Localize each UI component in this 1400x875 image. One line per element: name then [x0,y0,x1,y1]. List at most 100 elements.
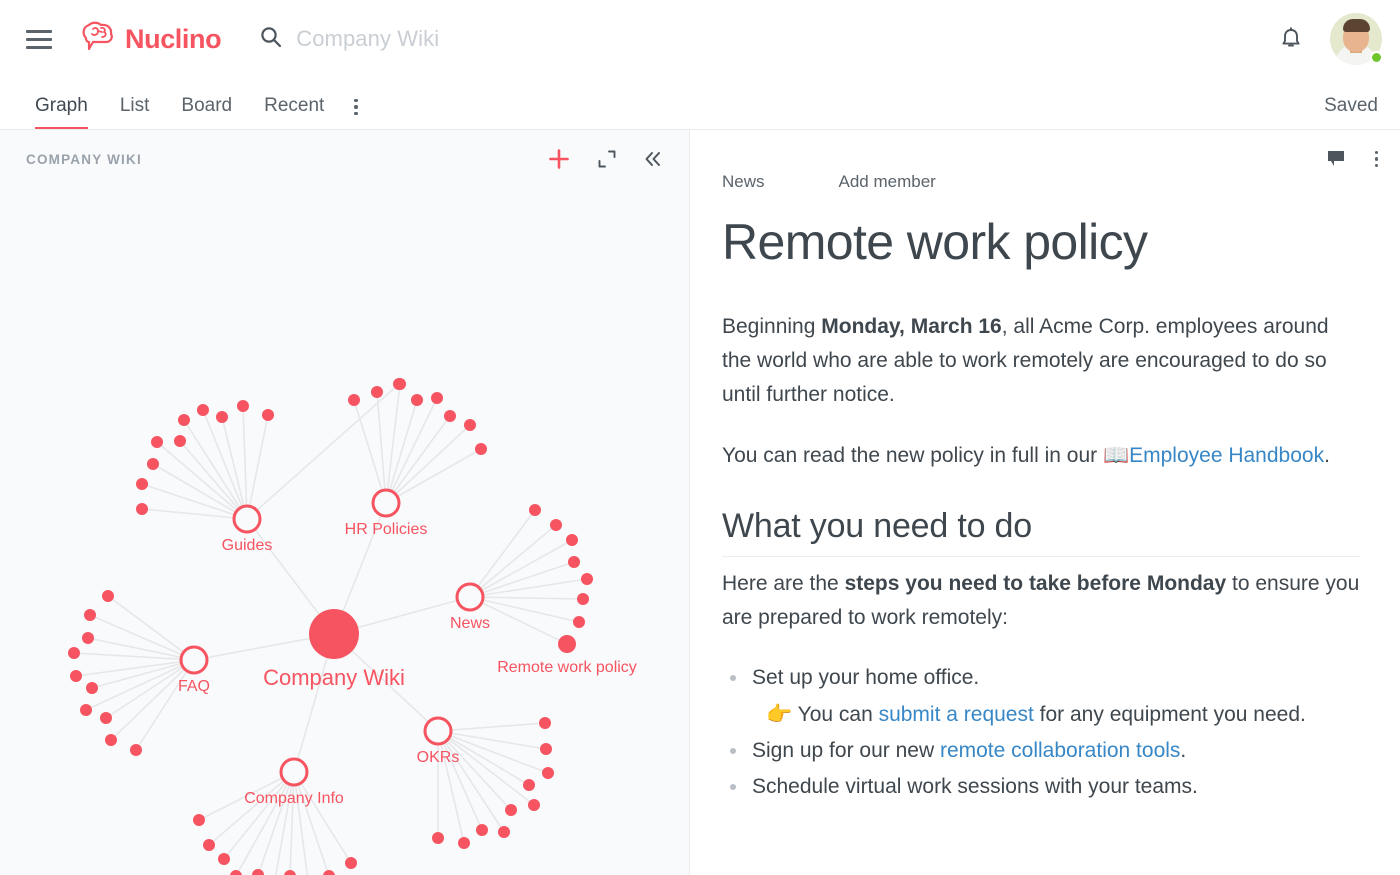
graph-node-faq[interactable] [179,645,209,675]
graph-leaf-node[interactable] [348,394,360,406]
comments-icon[interactable] [1325,148,1347,170]
graph-leaf-node[interactable] [252,869,264,875]
kebab-dot [354,111,358,115]
kebab-menu-icon [1374,150,1378,168]
graph-leaf-node[interactable] [237,400,249,412]
list-item-text: Schedule virtual work sessions with your… [752,775,1198,799]
graph-node-okrs[interactable] [423,716,453,746]
brand-name: Nuclino [125,23,222,54]
graph-leaf-node[interactable] [174,435,186,447]
graph-edge [469,596,568,645]
graph-leaf-node[interactable] [100,712,112,724]
graph-leaf-node[interactable] [105,734,117,746]
tab-recent[interactable]: Recent [248,95,340,130]
graph-node-root[interactable] [309,609,359,659]
more-options-icon[interactable] [1374,150,1378,168]
kebab-dot [354,98,358,102]
tab-list[interactable]: List [104,95,166,130]
graph-leaf-node[interactable] [573,616,585,628]
graph-leaf-node[interactable] [262,409,274,421]
graph-leaf-node[interactable] [394,378,406,390]
hamburger-icon[interactable] [26,28,52,50]
graph-leaf-node[interactable] [540,743,552,755]
breadcrumb-add-member[interactable]: Add member [839,172,936,192]
kebab-menu-icon [354,98,358,115]
graph-leaf-node[interactable] [136,503,148,515]
graph-leaf-node[interactable] [216,411,228,423]
graph-node-hr-policies[interactable] [371,488,401,518]
graph-leaf-node[interactable] [86,682,98,694]
graph-leaf-node[interactable] [476,824,488,836]
graph-leaf-node[interactable] [68,647,80,659]
collaboration-tools-link[interactable]: remote collaboration tools [940,739,1180,762]
graph-node-company-info[interactable] [279,757,309,787]
save-status: Saved [1324,95,1378,116]
search-value: Company Wiki [296,26,440,51]
graph-leaf-node[interactable] [505,804,517,816]
graph-leaf-node[interactable] [542,767,554,779]
graph-edge [469,509,536,598]
list-item: Sign up for our new remote collaboration… [722,734,1360,768]
breadcrumb-news[interactable]: News [722,172,839,192]
graph-edge [385,415,451,504]
graph-leaf-node[interactable] [178,414,190,426]
graph-leaf-node[interactable] [431,392,443,404]
graph-leaf-node[interactable] [84,609,96,621]
graph-leaf-node[interactable] [528,799,540,811]
graph-leaf-node[interactable] [568,556,580,568]
graph-leaf-node[interactable] [102,590,114,602]
graph-leaf-node[interactable] [230,870,242,875]
graph-leaf-node[interactable] [581,573,593,585]
graph-leaf-node[interactable] [566,534,578,546]
graph-leaf-node[interactable] [323,870,335,875]
kebab-dot [354,105,358,109]
graph-leaf-node[interactable] [70,670,82,682]
knowledge-graph[interactable]: Guides HR Policies News FAQ OKRs Company Info… [0,188,689,875]
add-item-icon[interactable] [547,147,571,171]
graph-leaf-node[interactable] [82,632,94,644]
graph-leaf-node[interactable] [550,519,562,531]
graph-svg[interactable] [0,188,690,875]
graph-leaf-node[interactable] [432,832,444,844]
search-input[interactable]: Company Wiki [259,25,1278,54]
graph-leaf-node[interactable] [80,704,92,716]
tab-recent-label: Recent [264,95,325,116]
collapse-sidebar-icon[interactable] [643,149,663,169]
nuclino-logo[interactable]: Nuclino [80,21,222,58]
bell-icon[interactable] [1278,26,1304,52]
graph-leaf-node[interactable] [464,419,476,431]
avatar[interactable] [1330,13,1383,65]
graph-leaf-node[interactable] [193,814,205,826]
submit-request-link[interactable]: submit a request [879,703,1034,726]
graph-leaf-node[interactable] [130,744,142,756]
graph-leaf-node[interactable] [136,478,148,490]
graph-node-news[interactable] [455,582,485,612]
graph-leaf-node[interactable] [444,410,456,422]
graph-leaf-node[interactable] [523,779,535,791]
tab-graph[interactable]: Graph [26,95,104,130]
expand-icon[interactable] [597,149,617,169]
graph-leaf-node[interactable] [475,443,487,455]
graph-leaf-node[interactable] [498,826,510,838]
graph-leaf-node[interactable] [345,857,357,869]
graph-leaf-node[interactable] [411,394,423,406]
graph-node-guides[interactable] [232,504,262,534]
paragraph-intro: Beginning Monday, March 16, all Acme Cor… [722,310,1360,412]
graph-leaf-node[interactable] [203,839,215,851]
graph-leaf-node[interactable] [371,386,383,398]
graph-leaf-node[interactable] [539,717,551,729]
hamburger-line [26,45,52,49]
page-title: Remote work policy [722,214,1148,270]
graph-leaf-node[interactable] [577,593,589,605]
tabs-more-button[interactable] [340,98,372,131]
graph-leaf-node[interactable] [529,504,541,516]
graph-leaf-node[interactable] [197,404,209,416]
graph-leaf-node[interactable] [284,870,296,875]
graph-leaf-node[interactable] [558,635,576,653]
graph-leaf-node[interactable] [147,458,159,470]
employee-handbook-link[interactable]: Employee Handbook [1129,444,1324,467]
graph-leaf-node[interactable] [458,837,470,849]
tab-board[interactable]: Board [165,95,248,130]
graph-leaf-node[interactable] [151,436,163,448]
graph-leaf-node[interactable] [218,853,230,865]
